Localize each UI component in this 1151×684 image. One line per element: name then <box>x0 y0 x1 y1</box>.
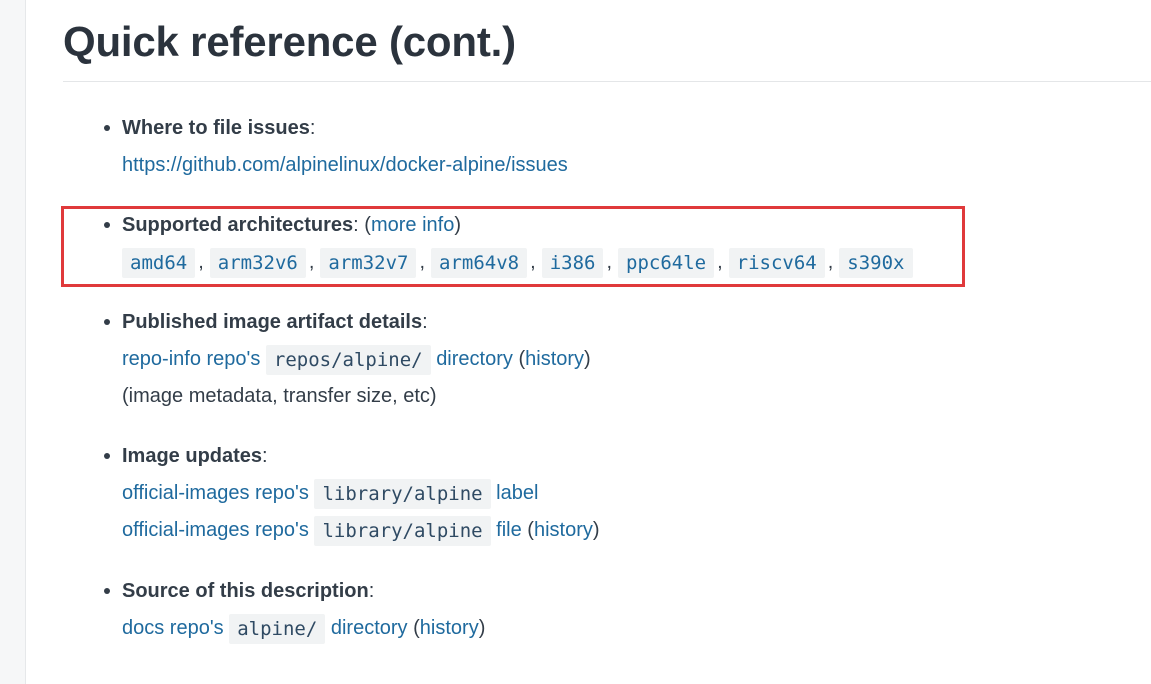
repos-alpine-code: repos/alpine/ <box>265 344 431 375</box>
repo-info-link[interactable]: repo-info repo's <box>122 348 260 370</box>
architecture-separator: , <box>717 251 723 273</box>
architecture-separator: , <box>419 251 426 273</box>
list-item-issues: Where to file issues: https://github.com… <box>104 110 1022 184</box>
more-info-link[interactable]: more info <box>371 214 454 236</box>
source-history-link[interactable]: history <box>420 617 479 639</box>
architecture-separator: , <box>606 251 613 273</box>
architecture-link-i386[interactable]: i386 <box>541 247 604 278</box>
list-item-source: Source of this description: docs repo's … <box>104 573 1022 647</box>
updates-close-paren: ) <box>592 519 600 541</box>
architecture-link-arm32v7[interactable]: arm32v7 <box>320 247 417 278</box>
architectures-close-paren: ) <box>454 214 461 236</box>
list-item-published: Published image artifact details: repo-i… <box>104 304 1022 415</box>
issues-colon: : <box>309 117 316 139</box>
published-close-paren: ) <box>584 348 591 370</box>
library-alpine-code: library/alpine <box>314 515 491 546</box>
list-item-updates: Image updates: official-images repo's li… <box>104 438 1022 549</box>
source-close-paren: ) <box>478 617 486 639</box>
architecture-link-s390x[interactable]: s390x <box>839 247 913 278</box>
architecture-link-arm32v6[interactable]: arm32v6 <box>209 247 306 278</box>
published-note: (image metadata, transfer size, etc) <box>122 385 437 407</box>
bullet-icon <box>104 319 110 325</box>
bullet-icon <box>104 588 110 594</box>
updates-heading: Image updates <box>122 445 263 467</box>
architecture-link-ppc64le[interactable]: ppc64le <box>618 247 715 278</box>
bullet-icon <box>104 125 110 131</box>
source-heading: Source of this description <box>122 580 369 602</box>
architectures-heading: Supported architectures <box>122 214 354 236</box>
architecture-link-riscv64[interactable]: riscv64 <box>728 247 825 278</box>
source-directory-link[interactable]: directory <box>331 617 408 639</box>
published-colon: : <box>422 311 428 333</box>
architectures-colon: : ( <box>353 214 371 236</box>
source-colon: : <box>368 580 375 602</box>
official-images-label-link[interactable]: official-images repo's <box>122 482 309 504</box>
issues-link[interactable]: https://github.com/alpinelinux/docker-al… <box>122 154 568 176</box>
alpine-code: alpine/ <box>229 613 326 644</box>
updates-label-link[interactable]: label <box>496 482 538 504</box>
updates-colon: : <box>262 445 268 467</box>
architecture-separator: , <box>530 251 536 273</box>
updates-open-paren: ( <box>527 519 534 541</box>
architecture-separator: , <box>198 251 204 273</box>
updates-history-link[interactable]: history <box>534 519 593 541</box>
architecture-link-amd64[interactable]: amd64 <box>122 247 196 278</box>
bullet-icon <box>104 453 110 459</box>
source-open-paren: ( <box>413 617 420 639</box>
docs-repo-link[interactable]: docs repo's <box>122 617 224 639</box>
bullet-icon <box>104 222 110 228</box>
architecture-separator: , <box>308 251 315 273</box>
issues-heading: Where to file issues <box>122 117 310 139</box>
published-history-link[interactable]: history <box>525 348 584 370</box>
list-item-architectures: Supported architectures: (more info) amd… <box>104 207 1022 281</box>
title-divider <box>63 81 1151 82</box>
library-alpine-code: library/alpine <box>314 478 491 509</box>
page-title: Quick reference (cont.) <box>63 18 516 65</box>
architectures-list: amd64, arm32v6, arm32v7, arm64v8, i386, ppc64… <box>122 244 1022 281</box>
architecture-separator: , <box>827 251 834 273</box>
content-pane: Quick reference (cont.) Where to file is… <box>25 0 1151 684</box>
updates-file-link[interactable]: file <box>496 519 522 541</box>
published-directory-link[interactable]: directory <box>436 348 513 370</box>
official-images-file-link[interactable]: official-images repo's <box>122 519 309 541</box>
architecture-link-arm64v8[interactable]: arm64v8 <box>431 247 528 278</box>
published-heading: Published image artifact details <box>122 311 423 333</box>
